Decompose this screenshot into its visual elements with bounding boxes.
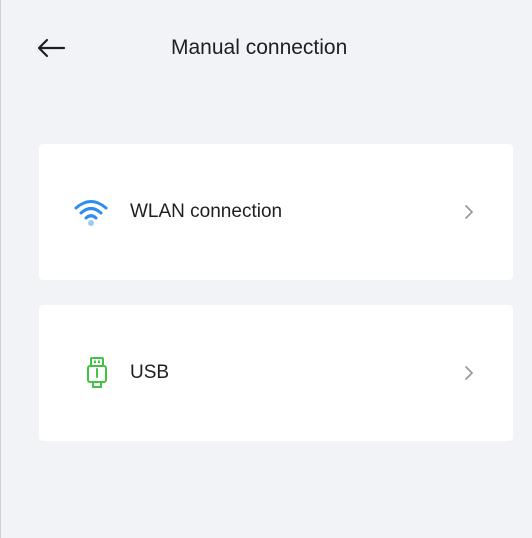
page-title: Manual connection <box>171 36 348 59</box>
chevron-right-icon <box>461 361 477 385</box>
usb-icon <box>77 353 117 393</box>
manual-connection-screen: Manual connection WLAN connection USB <box>0 0 532 538</box>
usb-connection-item[interactable]: USB <box>39 305 513 441</box>
wlan-connection-item[interactable]: WLAN connection <box>39 144 513 280</box>
wifi-icon <box>71 192 111 232</box>
header: Manual connection <box>1 0 532 96</box>
usb-connection-label: USB <box>130 362 170 383</box>
back-button[interactable] <box>29 28 73 68</box>
chevron-right-icon <box>461 200 477 224</box>
back-arrow-icon <box>37 38 66 58</box>
wlan-connection-label: WLAN connection <box>130 201 283 222</box>
